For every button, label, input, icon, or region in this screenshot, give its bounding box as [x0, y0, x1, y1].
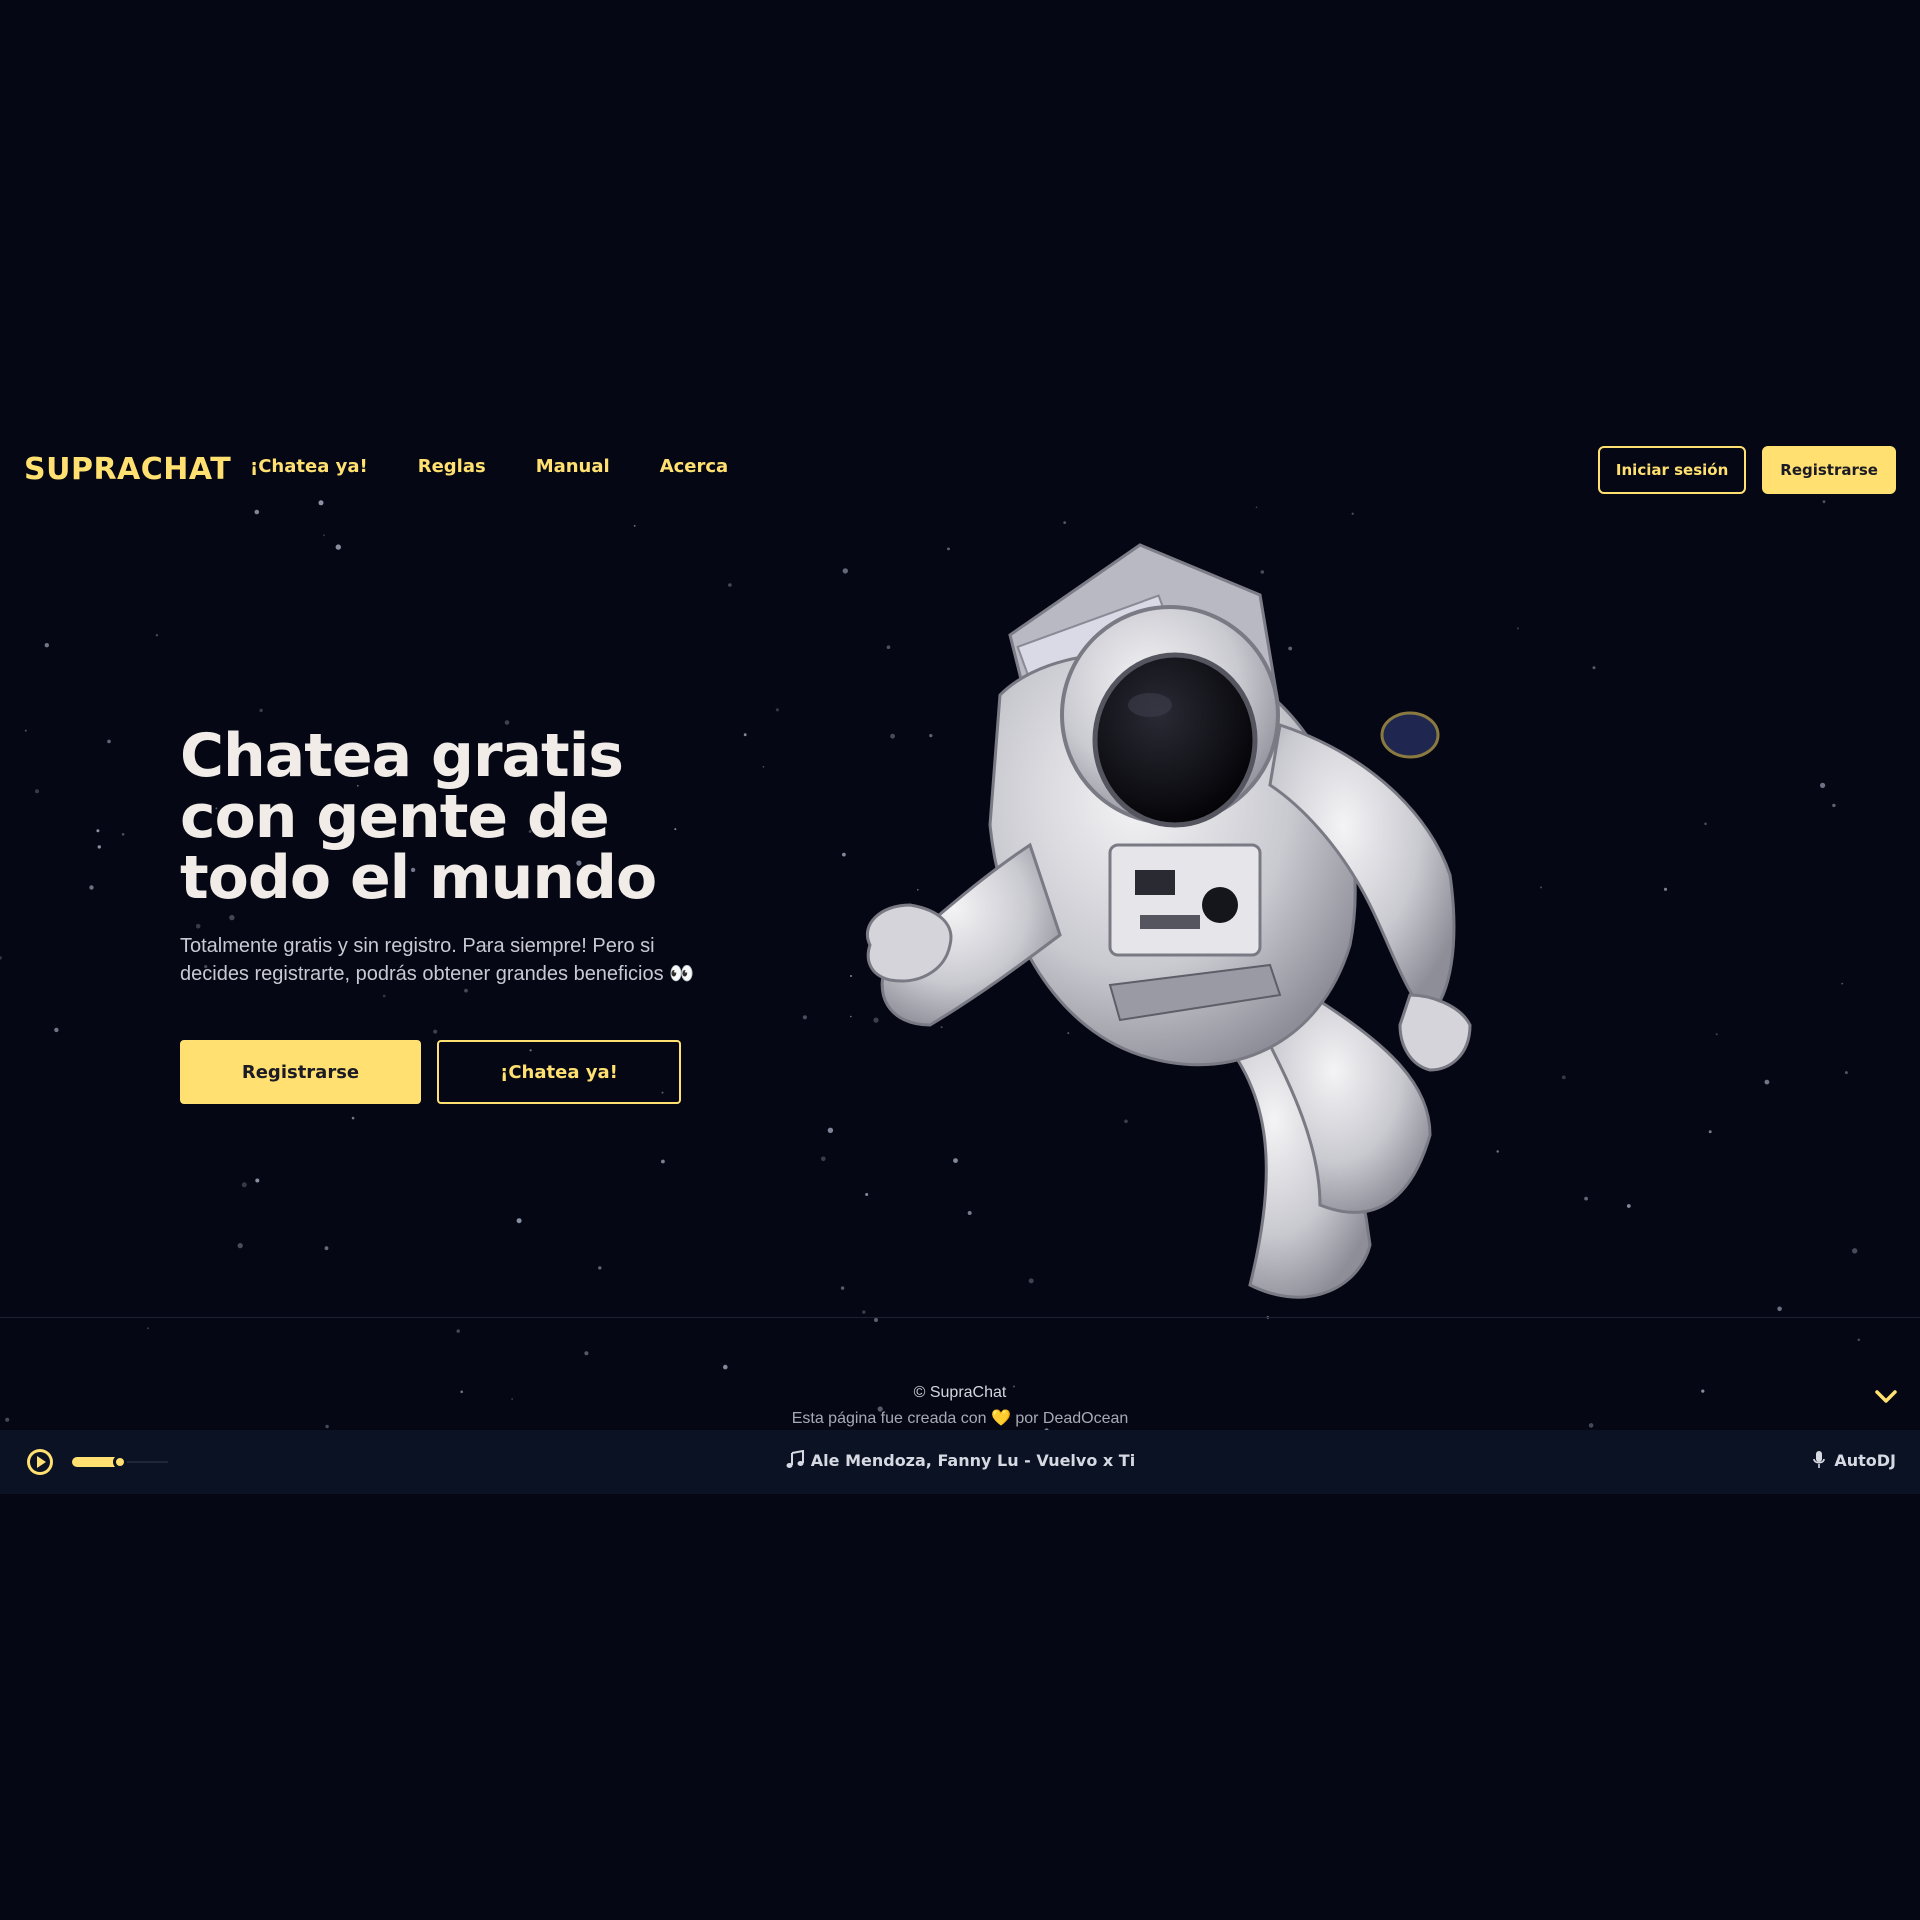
hero-register-button[interactable]: Registrarse — [180, 1040, 421, 1104]
star — [762, 766, 765, 768]
star — [1822, 500, 1826, 504]
hero-chat-button[interactable]: ¡Chatea ya! — [437, 1040, 681, 1104]
star — [241, 1182, 247, 1188]
star — [1704, 822, 1707, 826]
star — [661, 1159, 665, 1164]
star — [121, 833, 125, 836]
nav-links: ¡Chatea ya! Reglas Manual Acerca — [250, 456, 728, 477]
star — [456, 1329, 460, 1333]
star — [821, 1156, 826, 1162]
radio-player-bar: Ale Mendoza, Fanny Lu - Vuelvo x Ti Auto… — [0, 1430, 1920, 1494]
star — [35, 789, 39, 794]
star — [842, 852, 846, 857]
music-note-icon — [786, 1450, 804, 1468]
dj-label: AutoDJ — [1834, 1450, 1896, 1470]
star — [324, 1246, 329, 1251]
star — [1708, 1130, 1712, 1134]
star — [254, 509, 260, 515]
star — [259, 708, 263, 713]
star — [1063, 521, 1067, 524]
copyright-text: © SupraChat — [913, 1384, 1007, 1401]
microphone-icon — [1813, 1451, 1826, 1468]
star — [1777, 1306, 1782, 1312]
footer-divider — [0, 1317, 1920, 1318]
login-button[interactable]: Iniciar sesión — [1597, 446, 1747, 494]
star — [1857, 1338, 1861, 1342]
star — [96, 829, 100, 833]
star — [827, 1127, 834, 1133]
star — [89, 885, 94, 890]
star — [335, 544, 341, 550]
star — [1715, 1033, 1718, 1036]
star — [840, 1286, 845, 1290]
star — [1852, 1248, 1858, 1254]
hero-actions: Registrarse ¡Chatea ya! — [180, 1040, 681, 1104]
star — [633, 525, 636, 527]
star — [728, 583, 732, 587]
star — [1255, 506, 1258, 509]
star — [775, 708, 780, 712]
nav-actions: Iniciar sesión Registrarse — [1597, 446, 1896, 494]
star — [229, 914, 235, 921]
star — [1351, 512, 1354, 515]
nav-link-acerca[interactable]: Acerca — [660, 456, 729, 477]
star — [874, 1318, 878, 1322]
credit-text: Esta página fue creada con 💛 por DeadOce… — [791, 1410, 1129, 1427]
star — [97, 845, 102, 849]
dj-indicator: AutoDJ — [1812, 1450, 1896, 1470]
star — [516, 1218, 522, 1224]
star — [44, 643, 49, 648]
star — [433, 1029, 438, 1034]
star — [0, 956, 2, 960]
star — [155, 634, 158, 637]
star — [802, 1015, 808, 1020]
star — [464, 988, 468, 993]
star — [147, 1327, 150, 1330]
star — [1820, 782, 1826, 788]
star — [255, 1178, 260, 1183]
astronaut-illustration — [866, 543, 1472, 1299]
star — [1844, 1071, 1848, 1075]
track-title: Ale Mendoza, Fanny Lu - Vuelvo x Ti — [810, 1451, 1136, 1470]
star — [54, 1027, 59, 1033]
star — [24, 729, 27, 732]
star — [1832, 803, 1836, 808]
star — [318, 500, 324, 506]
nav-link-chatea[interactable]: ¡Chatea ya! — [250, 456, 368, 477]
star — [382, 994, 386, 998]
page: SUPRACHAT ¡Chatea ya! Reglas Manual Acer… — [0, 0, 1920, 1920]
star — [351, 1116, 355, 1120]
star — [862, 1310, 866, 1314]
nav-link-reglas[interactable]: Reglas — [418, 456, 486, 477]
star — [723, 1364, 728, 1370]
star — [322, 534, 325, 537]
star — [584, 1351, 589, 1356]
chevron-down-icon[interactable] — [1874, 1387, 1898, 1407]
hero-subtitle: Totalmente gratis y sin registro. Para s… — [180, 935, 695, 985]
star — [1841, 982, 1844, 985]
star — [1764, 1079, 1770, 1085]
star — [237, 1243, 243, 1249]
hero-title: Chatea gratis con gente de todo el mundo — [180, 721, 657, 913]
star — [743, 733, 747, 737]
star — [107, 739, 111, 744]
suprachat-logo[interactable]: SUPRACHAT — [24, 452, 231, 487]
now-playing: Ale Mendoza, Fanny Lu - Vuelvo x Ti — [0, 1450, 1920, 1470]
top-navigation: SUPRACHAT ¡Chatea ya! Reglas Manual Acer… — [0, 442, 1920, 500]
nav-register-button[interactable]: Registrarse — [1762, 446, 1896, 494]
star — [195, 923, 201, 929]
star — [842, 568, 848, 574]
star — [598, 1266, 602, 1270]
nav-link-manual[interactable]: Manual — [536, 456, 610, 477]
star — [1663, 887, 1668, 891]
